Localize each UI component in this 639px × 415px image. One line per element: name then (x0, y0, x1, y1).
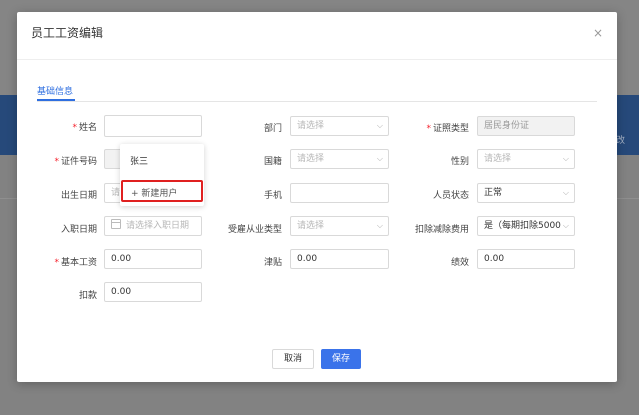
employ-type-label: 受雇从业类型 (227, 225, 282, 235)
dept-select[interactable]: 请选择 ⌵ (290, 116, 389, 136)
id-type-label: * 证照类型 (426, 124, 469, 134)
chevron-down-icon: ⌵ (562, 221, 569, 230)
chevron-down-icon: ⌵ (376, 121, 383, 130)
chevron-down-icon: ⌵ (376, 221, 383, 230)
status-select[interactable]: 正常 ⌵ (477, 183, 575, 203)
id-type-field: 居民身份证 (477, 116, 575, 136)
new-user-option[interactable]: + 新建用户 (131, 186, 177, 199)
salary-edit-modal: 员工工资编辑 × 基础信息 * 姓名 部门 请选择 ⌵ * 证照类型 居民身份证 * 证… (17, 12, 617, 382)
chevron-down-icon: ⌵ (376, 154, 383, 163)
close-icon[interactable]: × (593, 26, 603, 40)
performance-input[interactable]: 0.00 (477, 249, 575, 269)
background-text: 改 (616, 136, 626, 146)
phone-input[interactable] (290, 183, 389, 203)
name-input[interactable] (104, 115, 202, 137)
id-no-label: * 证件号码 (54, 157, 97, 167)
gender-label: 性别 (450, 157, 469, 167)
name-label: * 姓名 (72, 123, 97, 133)
new-user-highlight[interactable]: + 新建用户 (121, 180, 203, 202)
deduction-select[interactable]: 是（每期扣除5000 ⌵ (477, 216, 575, 236)
phone-label: 手机 (263, 191, 282, 201)
dept-label: 部门 (263, 124, 282, 134)
hire-date-label: 入职日期 (60, 225, 97, 235)
allowance-label: 津贴 (263, 258, 282, 268)
cancel-button[interactable]: 取消 (272, 349, 314, 369)
modal-title: 员工工资编辑 (31, 26, 104, 40)
chevron-down-icon: ⌵ (562, 188, 569, 197)
nationality-select[interactable]: 请选择 ⌵ (290, 149, 389, 169)
name-dropdown: 张三 + 新建用户 (120, 144, 204, 206)
gender-select[interactable]: 请选择 ⌵ (477, 149, 575, 169)
withhold-input[interactable]: 0.00 (104, 282, 202, 302)
tab-divider (37, 101, 597, 102)
save-button[interactable]: 保存 (321, 349, 361, 369)
header-divider (17, 59, 617, 60)
employ-type-select[interactable]: 请选择 ⌵ (290, 216, 389, 236)
deduction-label: 扣除减除费用 (414, 225, 469, 235)
performance-label: 绩效 (450, 258, 469, 268)
base-salary-label: * 基本工资 (54, 258, 97, 268)
base-salary-input[interactable]: 0.00 (104, 249, 202, 269)
allowance-input[interactable]: 0.00 (290, 249, 389, 269)
chevron-down-icon: ⌵ (562, 154, 569, 163)
withhold-label: 扣款 (78, 291, 97, 301)
dropdown-option[interactable]: 张三 (130, 154, 148, 167)
calendar-icon (111, 219, 121, 229)
status-label: 人员状态 (432, 191, 469, 201)
nationality-label: 国籍 (263, 157, 282, 167)
tab-basic-info[interactable]: 基础信息 (37, 84, 73, 97)
birth-label: 出生日期 (60, 191, 97, 201)
hire-date-input[interactable]: 请选择入职日期 (104, 216, 202, 236)
